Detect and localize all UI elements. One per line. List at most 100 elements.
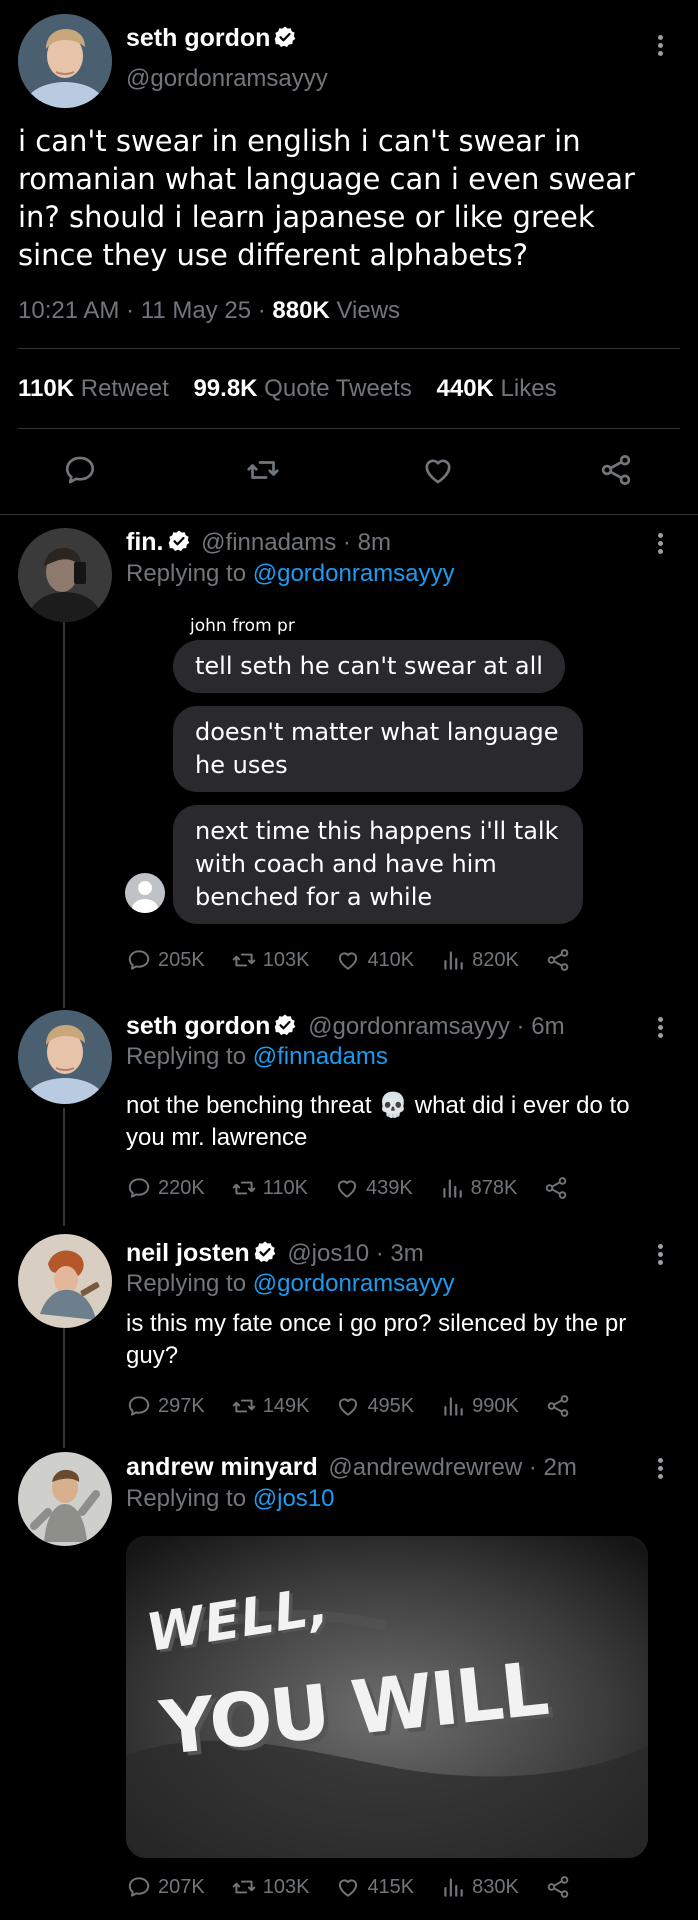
- retweets-stat[interactable]: 110K Retweet: [18, 375, 169, 402]
- reply-button[interactable]: 297K: [126, 1393, 205, 1419]
- views-button[interactable]: 820K: [440, 947, 519, 973]
- reply-1-time: 8m: [357, 529, 391, 556]
- message-sender: john from pr: [190, 616, 295, 636]
- share-icon: [545, 1874, 571, 1900]
- more-options-icon[interactable]: [655, 32, 665, 59]
- divider: [18, 428, 680, 429]
- verified-badge-icon: [253, 1240, 277, 1264]
- views-button[interactable]: 990K: [440, 1393, 519, 1419]
- share-button[interactable]: [545, 1393, 577, 1419]
- share-icon: [543, 1175, 569, 1201]
- reply-4-display-name[interactable]: andrew minyard: [126, 1453, 318, 1481]
- avatar-image: [18, 1010, 112, 1104]
- replying-to-link[interactable]: @gordonramsayyy: [253, 560, 455, 587]
- like-icon: [334, 1175, 360, 1201]
- reply-button[interactable]: 207K: [126, 1874, 205, 1900]
- like-icon: [335, 1393, 361, 1419]
- replying-to-link[interactable]: @gordonramsayyy: [253, 1270, 455, 1297]
- share-button[interactable]: [543, 1175, 575, 1201]
- tweet-time: 10:21 AM: [18, 297, 120, 324]
- reply-3-time: 3m: [390, 1240, 424, 1267]
- like-button[interactable]: 415K: [335, 1874, 414, 1900]
- views-icon: [440, 947, 466, 973]
- main-tweet-text: i can't swear in english i can't swear i…: [18, 124, 635, 272]
- reply-1-handle[interactable]: @finnadams: [201, 529, 336, 556]
- views-button[interactable]: 830K: [440, 1874, 519, 1900]
- avatar-andrew-minyard[interactable]: [18, 1452, 112, 1546]
- reply-3-handle[interactable]: @jos10: [287, 1240, 369, 1267]
- replying-to-link[interactable]: @jos10: [253, 1485, 335, 1512]
- replying-to-label: Replying to: [126, 1270, 247, 1297]
- more-options-icon[interactable]: [655, 1455, 665, 1482]
- tweet-date: 11 May 25: [140, 297, 252, 324]
- reply-2-handle[interactable]: @gordonramsayyy: [308, 1013, 510, 1040]
- share-icon[interactable]: [598, 452, 634, 493]
- reply-button[interactable]: 205K: [126, 947, 205, 973]
- verified-badge-icon: [167, 529, 191, 553]
- reply-1-display-name[interactable]: fin.: [126, 528, 164, 556]
- retweet-button[interactable]: 103K: [231, 1874, 309, 1900]
- views-count: 880K: [272, 297, 330, 324]
- like-icon[interactable]: [420, 452, 456, 493]
- main-engagement-stats: 110K Retweet 99.8K Quote Tweets 440K Lik…: [18, 375, 557, 403]
- main-tweet-meta: 10:21 AM · 11 May 25 · 880K Views: [18, 297, 401, 324]
- reply-3-display-name[interactable]: neil josten: [126, 1239, 250, 1267]
- replying-to-label: Replying to: [126, 1485, 247, 1512]
- reply-icon[interactable]: [62, 452, 98, 493]
- more-options-icon[interactable]: [655, 1241, 665, 1268]
- reply-2-text: not the benching threat 💀 what did i eve…: [126, 1090, 671, 1154]
- message-sender-avatar: [125, 873, 165, 913]
- divider: [0, 514, 698, 515]
- quotes-stat[interactable]: 99.8K Quote Tweets: [193, 375, 411, 402]
- message-bubble: doesn't matter what language he uses: [173, 706, 583, 792]
- retweet-icon: [231, 947, 257, 973]
- main-handle[interactable]: @gordonramsayyy: [126, 65, 328, 93]
- retweet-button[interactable]: 110K: [231, 1175, 308, 1201]
- reply-icon: [126, 947, 152, 973]
- verified-badge-icon: [273, 1013, 297, 1037]
- avatar-image: [18, 14, 112, 108]
- reply-icon: [126, 1874, 152, 1900]
- reply-1-author-line: fin. @finnadams · 8m: [126, 528, 391, 556]
- views-button[interactable]: 878K: [439, 1175, 517, 1201]
- share-icon: [545, 947, 571, 973]
- views-label: Views: [336, 297, 401, 324]
- avatar-seth-gordon[interactable]: [18, 14, 112, 108]
- more-options-icon[interactable]: [655, 1014, 665, 1041]
- reply-3-actions: 297K 149K 495K 990K: [126, 1393, 603, 1419]
- replying-to-link[interactable]: @finnadams: [253, 1043, 388, 1070]
- share-icon: [545, 1393, 571, 1419]
- like-button[interactable]: 495K: [335, 1393, 414, 1419]
- reply-4-time: 2m: [543, 1454, 577, 1481]
- reply-2-display-name[interactable]: seth gordon: [126, 1012, 270, 1040]
- reply-2-actions: 220K 110K 439K 878K: [126, 1175, 601, 1201]
- reply-4-media[interactable]: WELL, YOU WILL: [126, 1536, 648, 1858]
- reply-4-actions: 207K 103K 415K 830K: [126, 1874, 603, 1900]
- retweet-icon[interactable]: [245, 452, 281, 493]
- message-bubble: next time this happens i'll talk with co…: [173, 805, 583, 924]
- avatar-fin[interactable]: [18, 528, 112, 622]
- share-button[interactable]: [545, 1874, 577, 1900]
- more-options-icon[interactable]: [655, 530, 665, 557]
- reply-2-author-line: seth gordon @gordonramsayyy · 6m: [126, 1012, 565, 1040]
- reply-button[interactable]: 220K: [126, 1175, 205, 1201]
- like-icon: [335, 1874, 361, 1900]
- reply-4-handle[interactable]: @andrewdrewrew: [328, 1454, 522, 1481]
- main-display-name[interactable]: seth gordon: [126, 24, 270, 52]
- avatar-neil-josten[interactable]: [18, 1234, 112, 1328]
- share-button[interactable]: [545, 947, 577, 973]
- reply-icon: [126, 1175, 152, 1201]
- avatar-image: [18, 528, 112, 622]
- like-button[interactable]: 439K: [334, 1175, 413, 1201]
- views-icon: [439, 1175, 465, 1201]
- verified-badge-icon: [273, 25, 297, 49]
- reply-2-time: 6m: [531, 1013, 565, 1040]
- like-button[interactable]: 410K: [335, 947, 414, 973]
- reply-1-actions: 205K 103K 410K 820K: [126, 947, 603, 973]
- like-icon: [335, 947, 361, 973]
- likes-stat[interactable]: 440K Likes: [437, 375, 557, 402]
- reply-1-replying-to: Replying to @gordonramsayyy: [126, 560, 455, 588]
- retweet-button[interactable]: 149K: [231, 1393, 309, 1419]
- retweet-button[interactable]: 103K: [231, 947, 309, 973]
- avatar-seth-gordon[interactable]: [18, 1010, 112, 1104]
